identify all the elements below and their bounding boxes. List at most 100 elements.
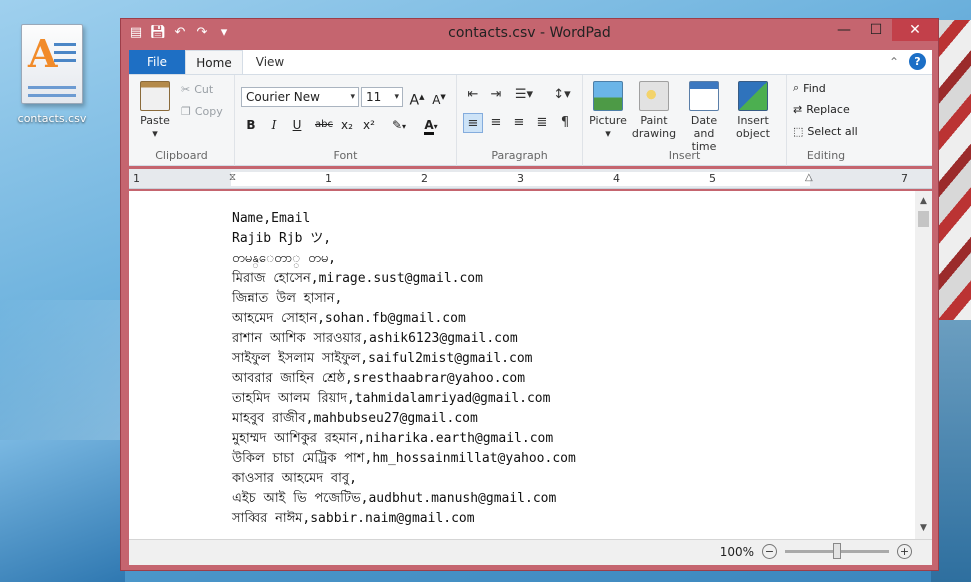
picture-icon — [593, 81, 623, 111]
chevron-down-icon: ▾ — [350, 92, 355, 102]
tab-file[interactable]: File — [129, 50, 185, 74]
font-family-value: Courier New — [246, 90, 320, 104]
paint-label-line1: Paint — [640, 114, 668, 127]
date-label-line1: Date and — [690, 114, 718, 140]
object-label-line1: Insert — [737, 114, 769, 127]
tab-home[interactable]: Home — [185, 50, 243, 74]
bold-button[interactable]: B — [241, 115, 261, 135]
picture-button[interactable]: Picture ▾ — [587, 81, 629, 140]
desktop-file-icon[interactable]: A contacts.csv — [10, 24, 94, 125]
document-line[interactable]: কাওসার আহমেদ বাবু, — [232, 469, 576, 489]
minimize-button[interactable]: — — [828, 19, 860, 41]
zoom-slider-thumb[interactable] — [833, 543, 841, 559]
ribbon-help-area: ⌃ ? — [889, 53, 926, 70]
maximize-button[interactable]: ☐ — [860, 19, 892, 41]
document-line[interactable]: জিন্নাত উল হাসান, — [232, 289, 576, 309]
document-line[interactable]: তাহমিদ আলম রিয়াদ,tahmidalamriyad@gmail.… — [232, 389, 576, 409]
calendar-clock-icon — [689, 81, 719, 111]
ruler-number: 1 — [133, 172, 140, 185]
zoom-in-icon[interactable]: + — [897, 544, 912, 559]
document-line[interactable]: Name,Email — [232, 209, 576, 229]
underline-button[interactable]: U — [287, 115, 307, 135]
strikethrough-button[interactable]: abc — [311, 115, 337, 135]
close-button[interactable]: ✕ — [892, 19, 938, 41]
zoom-controls: 100% − + — [720, 543, 912, 559]
document-line[interactable]: মাহবুব রাজীব,mahbubseu27@gmail.com — [232, 409, 576, 429]
scroll-down-icon[interactable]: ▼ — [915, 520, 932, 537]
document-line[interactable]: আবরার জাহিন শ্রেষ্ঠ,sresthaabrar@yahoo.c… — [232, 369, 576, 389]
scissors-icon: ✂ — [181, 83, 191, 96]
document-line[interactable]: মুহাম্মদ আশিকুর রহমান,niharika.earth@gma… — [232, 429, 576, 449]
document-line[interactable]: Rajib Rjb ツ, — [232, 229, 576, 249]
document-line[interactable]: সাব্বির নাঈম,sabbir.naim@gmail.com — [232, 509, 576, 529]
align-center-icon[interactable]: ≡ — [486, 113, 506, 133]
insert-group-label: Insert — [668, 149, 701, 162]
date-time-button[interactable]: Date and time — [679, 81, 729, 153]
document-area[interactable]: Name,Email Rajib Rjb ツ, တမန္ေတာ္ တမ, মিরাজ … — [129, 191, 932, 539]
italic-button[interactable]: I — [264, 115, 284, 135]
select-all-label: Select all — [807, 125, 858, 138]
paste-label: Paste — [140, 114, 170, 127]
bullet-list-icon[interactable]: ☰▾ — [509, 85, 539, 105]
insert-object-button[interactable]: Insert object — [731, 81, 775, 140]
paste-dropdown-icon: ▾ — [152, 127, 158, 140]
select-all-button[interactable]: ⬚ Select all — [793, 125, 858, 138]
subscript-button[interactable]: x₂ — [337, 115, 357, 135]
font-size-select[interactable]: 11 ▾ — [361, 87, 403, 107]
paragraph-settings-icon[interactable]: ¶ — [555, 113, 575, 133]
wordpad-window: ▤ 💾︎ ↶ ↷ ▾ contacts.csv - WordPad — ☐ ✕ … — [120, 18, 939, 571]
group-insert: Picture ▾ Paint drawing Date and time In… — [583, 75, 787, 166]
window-controls: — ☐ ✕ — [828, 19, 938, 41]
decrease-indent-icon[interactable]: ⇤ — [463, 85, 483, 105]
grow-font-button[interactable]: A▲ — [407, 87, 427, 109]
editing-group-label: Editing — [806, 149, 846, 162]
highlight-color-button[interactable]: ✎▾ — [385, 115, 413, 135]
font-color-icon: A — [424, 118, 434, 135]
help-icon[interactable]: ? — [909, 53, 926, 70]
document-line[interactable]: মিরাজ হোসেন,mirage.sust@gmail.com — [232, 269, 576, 289]
ribbon-tabs: File Home View ⌃ ? — [129, 50, 932, 74]
increase-indent-icon[interactable]: ⇥ — [486, 85, 506, 105]
paragraph-group-label: Paragraph — [491, 149, 548, 162]
align-right-icon[interactable]: ≡ — [509, 113, 529, 133]
align-left-icon[interactable]: ≡ — [463, 113, 483, 133]
document-line[interactable]: আহমেদ সোহান,sohan.fb@gmail.com — [232, 309, 576, 329]
scroll-thumb[interactable] — [918, 211, 929, 227]
zoom-slider[interactable] — [785, 543, 889, 559]
document-text[interactable]: Name,Email Rajib Rjb ツ, တမန္ေတာ္ တမ, মিরাজ … — [232, 209, 576, 529]
copy-button[interactable]: ❐ Copy — [181, 105, 223, 118]
title-bar[interactable]: ▤ 💾︎ ↶ ↷ ▾ contacts.csv - WordPad — ☐ ✕ — [121, 19, 938, 49]
font-family-select[interactable]: Courier New ▾ — [241, 87, 359, 107]
line-spacing-icon[interactable]: ↕▾ — [547, 85, 577, 105]
wallpaper-panel — [0, 440, 125, 582]
vertical-scrollbar[interactable]: ▲ ▼ — [915, 191, 932, 539]
tab-view[interactable]: View — [245, 50, 295, 74]
font-group-label: Font — [333, 149, 358, 162]
chevron-down-icon: ▾ — [394, 92, 399, 102]
justify-icon[interactable]: ≣ — [532, 113, 552, 133]
document-line[interactable]: সাইফুল ইসলাম সাইফুল,saiful2mist@gmail.co… — [232, 349, 576, 369]
cut-button[interactable]: ✂ Cut — [181, 83, 213, 96]
paste-button[interactable]: Paste ▾ — [137, 81, 173, 140]
replace-label: Replace — [806, 103, 850, 116]
superscript-button[interactable]: x² — [359, 115, 379, 135]
minimize-ribbon-icon[interactable]: ⌃ — [889, 55, 899, 69]
replace-button[interactable]: ⇄ Replace — [793, 103, 850, 116]
document-line[interactable]: উকিল চাচা মেট্রিক পাশ,hm_hossainmillat@y… — [232, 449, 576, 469]
indent-marker-icon[interactable]: ⧖ — [229, 172, 236, 183]
ruler-number: 5 — [709, 172, 716, 185]
find-button[interactable]: ⌕ Find — [793, 81, 826, 95]
font-size-value: 11 — [366, 90, 382, 104]
shrink-font-button[interactable]: A▼ — [429, 87, 449, 107]
paint-drawing-button[interactable]: Paint drawing — [631, 81, 677, 140]
document-line[interactable]: এইচ আই ভি পজেটিভ,audbhut.manush@gmail.co… — [232, 489, 576, 509]
chevron-down-icon: ▾ — [402, 122, 407, 131]
text-color-button[interactable]: A▾ — [417, 115, 445, 135]
zoom-out-icon[interactable]: − — [762, 544, 777, 559]
copy-icon: ❐ — [181, 105, 191, 118]
document-line[interactable]: রাশান আশিক সারওয়ার,ashik6123@gmail.com — [232, 329, 576, 349]
clipboard-group-label: Clipboard — [155, 149, 208, 162]
scroll-up-icon[interactable]: ▲ — [915, 193, 932, 210]
ruler[interactable]: 1 ⧖ 1 2 3 4 5 △ 6 7 — [129, 169, 932, 189]
document-line[interactable]: တမန္ေတာ္ တမ, — [232, 249, 576, 269]
